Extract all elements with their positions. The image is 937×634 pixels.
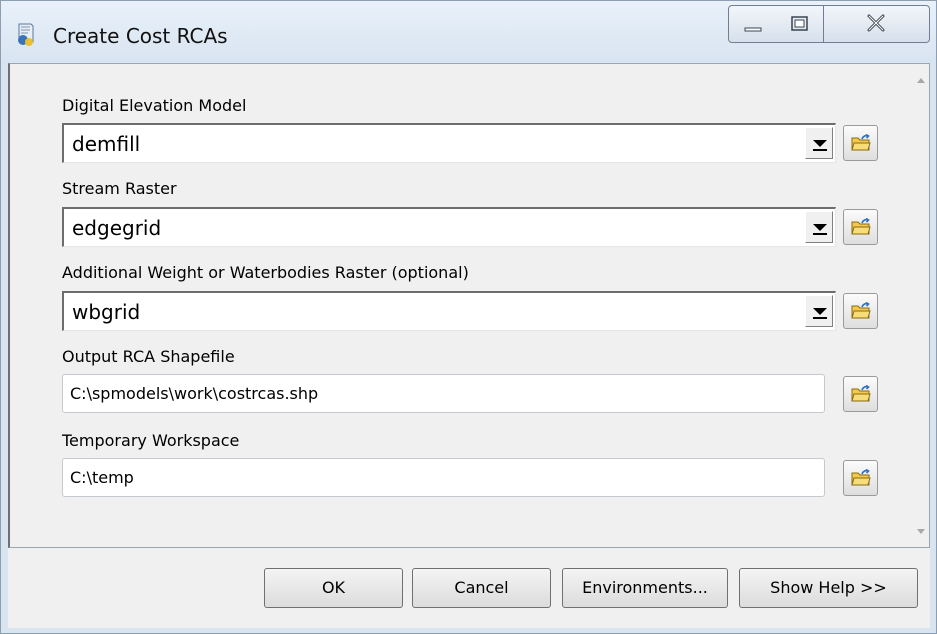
button-bar: OK Cancel Environments... Show Help >> <box>8 548 930 628</box>
weight-value: wbgrid <box>72 300 141 324</box>
dem-dropdown-button[interactable] <box>805 127 833 159</box>
maximize-icon <box>791 16 808 31</box>
weight-label: Additional Weight or Waterbodies Raster … <box>62 263 469 282</box>
workspace-browse-button[interactable] <box>843 460 878 496</box>
ok-button[interactable]: OK <box>264 568 403 608</box>
scroll-up-icon[interactable] <box>917 78 925 83</box>
stream-label: Stream Raster <box>62 179 177 198</box>
dem-combo[interactable]: demfill <box>62 123 836 163</box>
environments-button[interactable]: Environments... <box>562 568 728 608</box>
dialog-window: Create Cost RCAs Digital Elevation Model… <box>0 0 937 634</box>
open-folder-icon <box>851 134 871 151</box>
close-icon <box>867 14 885 32</box>
window-title: Create Cost RCAs <box>53 24 228 48</box>
weight-combo[interactable]: wbgrid <box>62 291 836 331</box>
close-button[interactable] <box>824 5 930 43</box>
maximize-button[interactable] <box>777 5 824 43</box>
stream-combo[interactable]: edgegrid <box>62 207 836 247</box>
stream-value: edgegrid <box>72 216 162 240</box>
dem-label: Digital Elevation Model <box>62 96 247 115</box>
open-folder-icon <box>851 218 871 235</box>
title-bar[interactable]: Create Cost RCAs <box>1 1 936 63</box>
weight-browse-button[interactable] <box>843 293 878 329</box>
show-help-button[interactable]: Show Help >> <box>739 568 918 608</box>
stream-browse-button[interactable] <box>843 209 878 245</box>
stream-dropdown-button[interactable] <box>805 211 833 243</box>
parameter-form: Digital Elevation Model demfill Stream R… <box>8 63 930 548</box>
python-script-icon <box>18 23 34 46</box>
dialog-body: Digital Elevation Model demfill Stream R… <box>8 63 930 628</box>
dem-browse-button[interactable] <box>843 125 878 161</box>
output-path-value: C:\spmodels\work\costrcas.shp <box>70 384 319 403</box>
minimize-button[interactable] <box>728 5 778 43</box>
minimize-icon <box>744 27 762 32</box>
workspace-label: Temporary Workspace <box>62 431 240 450</box>
output-browse-button[interactable] <box>843 376 878 412</box>
open-folder-icon <box>851 385 871 402</box>
output-label: Output RCA Shapefile <box>62 347 235 366</box>
weight-dropdown-button[interactable] <box>805 295 833 327</box>
workspace-path-value: C:\temp <box>70 468 134 487</box>
open-folder-icon <box>851 302 871 319</box>
scroll-down-icon[interactable] <box>917 529 925 534</box>
workspace-path-field[interactable]: C:\temp <box>62 458 825 497</box>
dem-value: demfill <box>72 132 141 156</box>
output-path-field[interactable]: C:\spmodels\work\costrcas.shp <box>62 374 825 413</box>
vertical-scrollbar[interactable] <box>913 64 929 547</box>
open-folder-icon <box>851 469 871 486</box>
cancel-button[interactable]: Cancel <box>412 568 551 608</box>
